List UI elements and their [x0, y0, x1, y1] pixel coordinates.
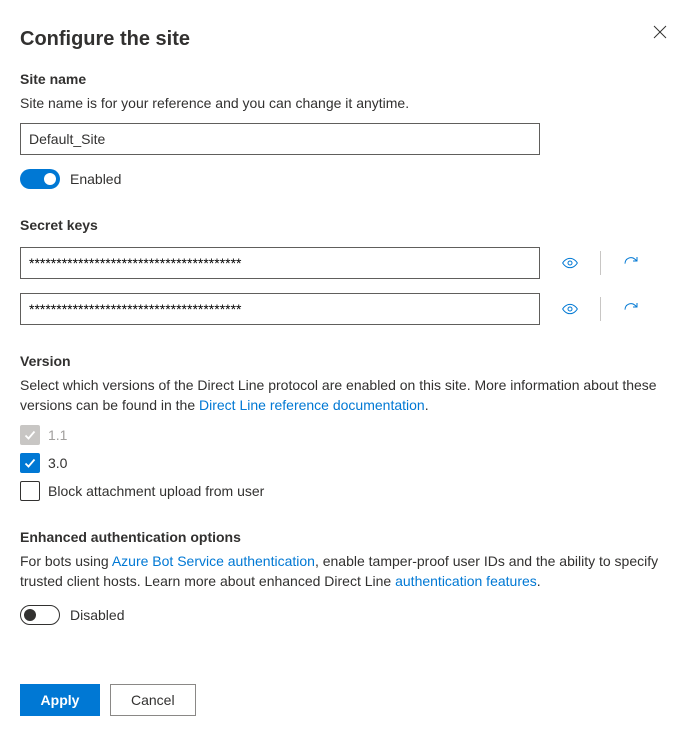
version-3-0-row: 3.0: [20, 453, 672, 473]
block-upload-row: Block attachment upload from user: [20, 481, 672, 501]
secret-keys-label: Secret keys: [20, 217, 672, 233]
show-key-button-1[interactable]: [558, 251, 582, 275]
enhanced-auth-toggle[interactable]: [20, 605, 60, 625]
enhanced-auth-toggle-label: Disabled: [70, 607, 124, 623]
site-name-label: Site name: [20, 71, 672, 87]
enabled-toggle[interactable]: [20, 169, 60, 189]
configure-site-panel: Configure the site Site name Site name i…: [0, 0, 692, 736]
secret-key-input-2[interactable]: [20, 293, 540, 325]
regenerate-key-button-1[interactable]: [619, 251, 643, 275]
separator: [600, 297, 601, 321]
close-icon: [653, 25, 667, 39]
secret-key-input-1[interactable]: [20, 247, 540, 279]
enhanced-desc-prefix: For bots using: [20, 553, 112, 569]
refresh-icon: [623, 300, 639, 318]
refresh-icon: [623, 254, 639, 272]
enhanced-desc-suffix: .: [537, 573, 541, 589]
eye-icon: [562, 300, 578, 318]
enhanced-auth-desc: For bots using Azure Bot Service authent…: [20, 551, 672, 591]
secret-keys-section: Secret keys: [20, 217, 672, 325]
enhanced-auth-section: Enhanced authentication options For bots…: [20, 529, 672, 625]
regenerate-key-button-2[interactable]: [619, 297, 643, 321]
close-button[interactable]: [648, 20, 672, 44]
auth-features-link[interactable]: authentication features: [395, 573, 537, 589]
version-desc-suffix: .: [425, 397, 429, 413]
show-key-button-2[interactable]: [558, 297, 582, 321]
check-icon: [23, 428, 37, 442]
version-1-1-checkbox: [20, 425, 40, 445]
version-3-0-checkbox[interactable]: [20, 453, 40, 473]
cancel-button[interactable]: Cancel: [110, 684, 196, 716]
site-name-input[interactable]: [20, 123, 540, 155]
version-desc: Select which versions of the Direct Line…: [20, 375, 672, 415]
eye-icon: [562, 254, 578, 272]
page-title: Configure the site: [20, 28, 672, 51]
apply-button[interactable]: Apply: [20, 684, 100, 716]
block-upload-checkbox[interactable]: [20, 481, 40, 501]
site-name-desc: Site name is for your reference and you …: [20, 93, 672, 113]
site-name-section: Site name Site name is for your referenc…: [20, 71, 672, 189]
footer: Apply Cancel: [20, 684, 196, 716]
version-section: Version Select which versions of the Dir…: [20, 353, 672, 501]
check-icon: [23, 456, 37, 470]
azure-bot-auth-link[interactable]: Azure Bot Service authentication: [112, 553, 315, 569]
enhanced-auth-label: Enhanced authentication options: [20, 529, 672, 545]
secret-key-row-2: [20, 293, 672, 325]
version-3-0-label: 3.0: [48, 455, 67, 471]
version-1-1-row: 1.1: [20, 425, 672, 445]
enabled-toggle-label: Enabled: [70, 171, 121, 187]
secret-key-row-1: [20, 247, 672, 279]
direct-line-docs-link[interactable]: Direct Line reference documentation: [199, 397, 425, 413]
version-label: Version: [20, 353, 672, 369]
separator: [600, 251, 601, 275]
block-upload-label: Block attachment upload from user: [48, 483, 264, 499]
version-1-1-label: 1.1: [48, 427, 67, 443]
